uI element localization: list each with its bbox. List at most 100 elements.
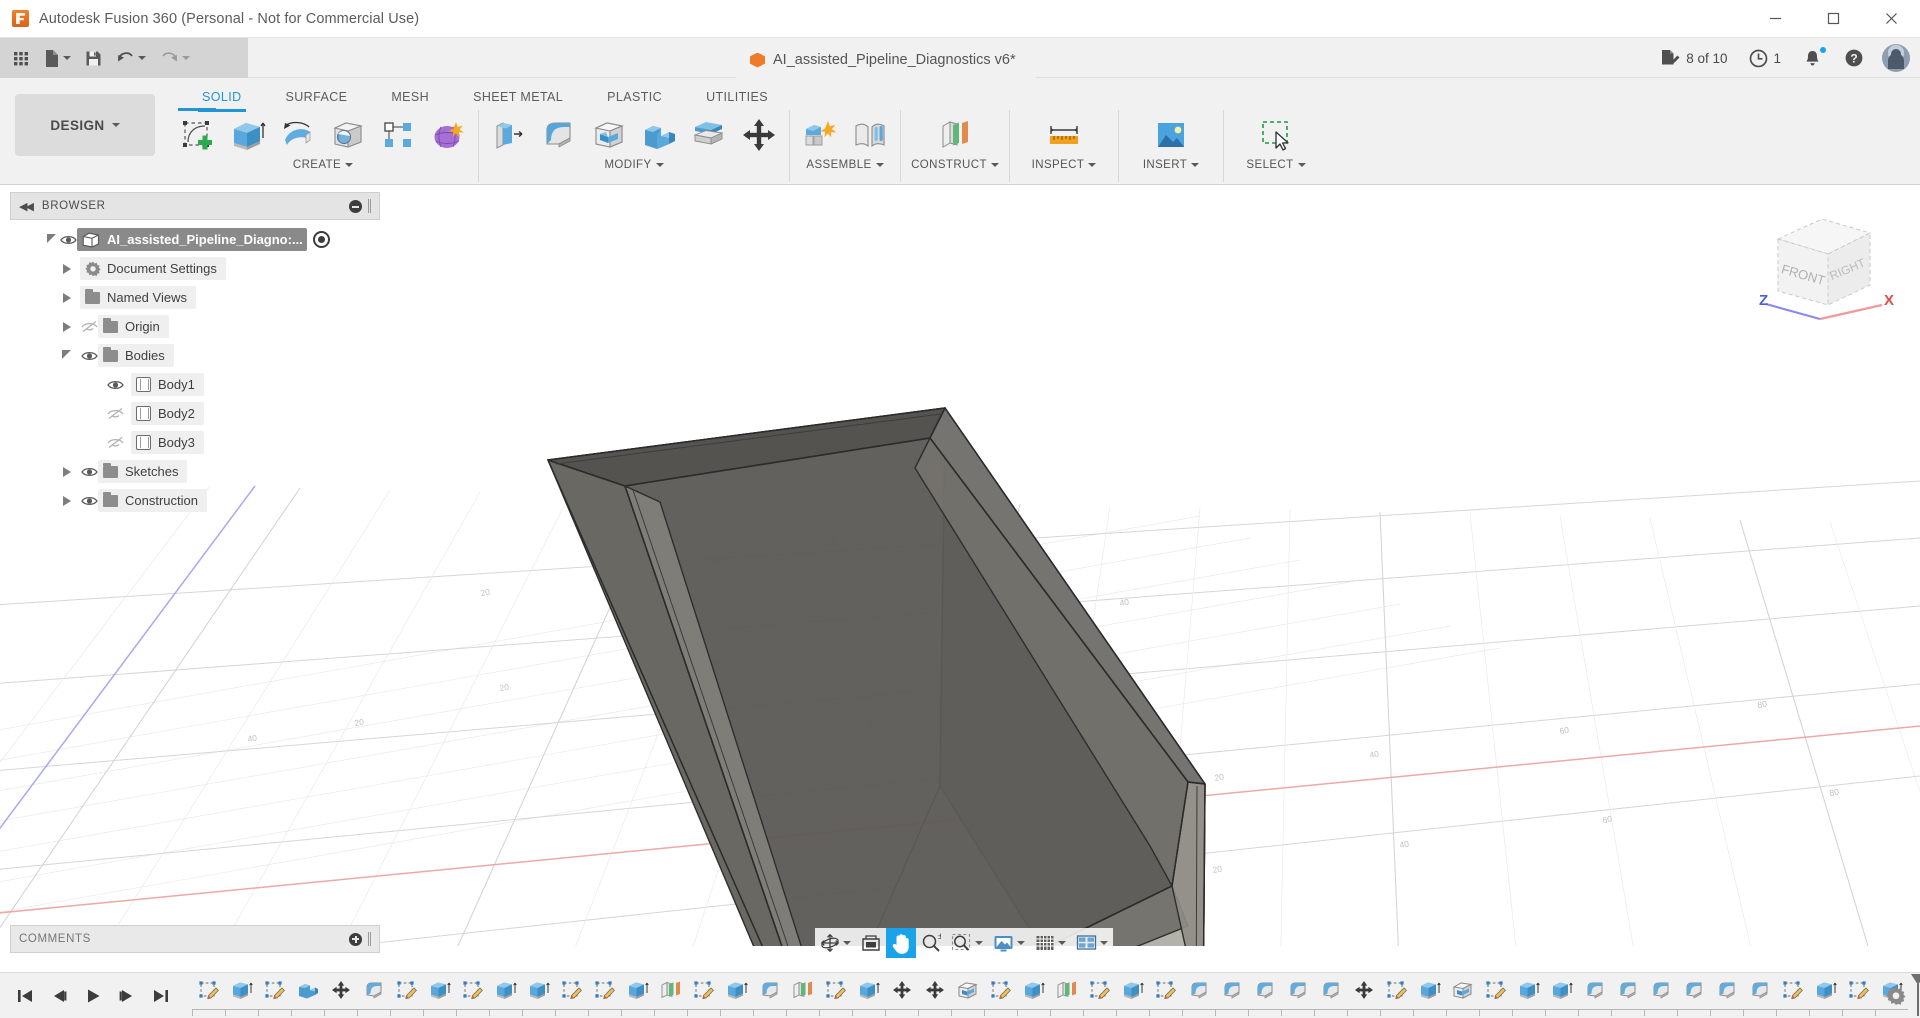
timeline-feature-fillet[interactable] <box>357 974 390 1006</box>
nav-display-settings[interactable] <box>988 928 1030 958</box>
visibility-eye-icon[interactable] <box>80 350 98 362</box>
tool-joint[interactable] <box>845 112 895 158</box>
notifications-button[interactable] <box>1795 42 1830 74</box>
save-button[interactable] <box>80 43 107 73</box>
timeline-feature-sketch[interactable] <box>588 974 621 1006</box>
jobs-status-button[interactable]: 8 of 10 <box>1653 42 1735 74</box>
tool-combine[interactable] <box>634 112 684 158</box>
timeline-feature-sketch[interactable] <box>555 974 588 1006</box>
timeline-go-to-beginning[interactable] <box>8 979 42 1013</box>
nav-look-at[interactable] <box>856 928 886 958</box>
avatar[interactable] <box>1882 44 1910 72</box>
recent-activity-button[interactable]: 1 <box>1741 42 1789 74</box>
timeline-feature-sketch[interactable] <box>390 974 423 1006</box>
maximize-button[interactable] <box>1804 0 1862 38</box>
expander-right-icon[interactable] <box>58 293 74 303</box>
collapse-left-icon[interactable]: ◀◀ <box>19 200 32 213</box>
tree-item-body1[interactable]: Body1 <box>10 370 380 399</box>
tree-item-bodies[interactable]: Bodies <box>10 341 380 370</box>
timeline-feature-sketch[interactable] <box>1083 974 1116 1006</box>
timeline-feature-fillet[interactable] <box>1248 974 1281 1006</box>
timeline-feature-fillet[interactable] <box>753 974 786 1006</box>
timeline-feature-move[interactable] <box>324 974 357 1006</box>
help-button[interactable]: ? <box>1836 42 1872 74</box>
timeline-feature-sketch[interactable] <box>258 974 291 1006</box>
timeline-feature-sketch[interactable] <box>819 974 852 1006</box>
tab-surface[interactable]: SURFACE <box>264 85 370 112</box>
timeline-feature-move[interactable] <box>918 974 951 1006</box>
timeline-feature-fillet[interactable] <box>1677 974 1710 1006</box>
timeline-feature-fillet[interactable] <box>1644 974 1677 1006</box>
visibility-eye-icon[interactable] <box>59 234 77 246</box>
expander-right-icon[interactable] <box>58 467 74 477</box>
document-tab[interactable]: AI_assisted_Pipeline_Diagnostics v6* <box>736 42 1036 78</box>
expander-down-icon[interactable] <box>58 351 74 360</box>
timeline-feature-extrude[interactable] <box>489 974 522 1006</box>
nav-grid-snaps[interactable] <box>1030 928 1071 958</box>
timeline-feature-sketch[interactable] <box>192 974 225 1006</box>
expander-right-icon[interactable] <box>58 496 74 506</box>
timeline-feature-sketch[interactable] <box>1149 974 1182 1006</box>
tree-item-origin[interactable]: Origin <box>10 312 380 341</box>
timeline-feature-fillet[interactable] <box>1611 974 1644 1006</box>
nav-orbit[interactable] <box>815 928 856 958</box>
minus-circle-icon[interactable] <box>349 200 362 213</box>
timeline-feature-fillet[interactable] <box>1743 974 1776 1006</box>
timeline-feature-extrude[interactable] <box>1512 974 1545 1006</box>
tool-fillet[interactable] <box>534 112 584 158</box>
timeline-feature-extrude[interactable] <box>720 974 753 1006</box>
panel-assemble-label[interactable]: ASSEMBLE <box>806 159 883 171</box>
tab-utilities[interactable]: UTILITIES <box>684 85 790 112</box>
timeline-feature-extrude[interactable] <box>225 974 258 1006</box>
activate-component-icon[interactable] <box>313 231 330 248</box>
timeline-feature-extrude[interactable] <box>423 974 456 1006</box>
timeline-step-forward[interactable] <box>110 979 144 1013</box>
timeline-feature-sketch[interactable] <box>1380 974 1413 1006</box>
timeline-feature-sketch[interactable] <box>456 974 489 1006</box>
timeline-feature-extrude[interactable] <box>621 974 654 1006</box>
tool-rectangular-pattern[interactable] <box>373 112 423 158</box>
timeline-step-back[interactable] <box>42 979 76 1013</box>
tool-hole[interactable] <box>323 112 373 158</box>
timeline-feature-sketch[interactable] <box>687 974 720 1006</box>
visibility-hidden-icon[interactable] <box>106 436 124 449</box>
timeline-feature-extrude[interactable] <box>1809 974 1842 1006</box>
timeline-playhead[interactable] <box>1910 974 1920 1016</box>
timeline-settings-button[interactable] <box>1886 986 1906 1006</box>
tab-sheet-metal[interactable]: SHEET METAL <box>451 85 585 112</box>
timeline-feature-sketch[interactable] <box>1479 974 1512 1006</box>
timeline-feature-construct-plane[interactable] <box>786 974 819 1006</box>
tab-mesh[interactable]: MESH <box>369 85 451 112</box>
tab-plastic[interactable]: PLASTIC <box>585 85 684 112</box>
tool-offset-plane[interactable] <box>930 112 980 158</box>
app-grid-button[interactable] <box>8 43 35 73</box>
timeline-feature-fillet[interactable] <box>1281 974 1314 1006</box>
timeline-feature-fillet[interactable] <box>1314 974 1347 1006</box>
panel-resize-grip[interactable] <box>368 199 371 213</box>
comments-panel[interactable]: COMMENTS <box>10 925 380 953</box>
tool-insert-image[interactable] <box>1146 112 1196 158</box>
tool-extrude[interactable] <box>223 112 273 158</box>
new-document-button[interactable] <box>39 43 76 73</box>
timeline-feature-combine[interactable] <box>291 974 324 1006</box>
panel-inspect-label[interactable]: INSPECT <box>1032 159 1097 171</box>
timeline-feature-sketch[interactable] <box>1776 974 1809 1006</box>
tool-measure[interactable] <box>1039 112 1089 158</box>
view-cube[interactable]: FRONT RIGHT Z X <box>1748 201 1898 331</box>
timeline-feature-extrude[interactable] <box>1413 974 1446 1006</box>
tool-revolve[interactable] <box>273 112 323 158</box>
nav-viewport-layout[interactable] <box>1071 928 1113 958</box>
undo-button[interactable] <box>111 43 151 73</box>
tool-form[interactable] <box>423 112 473 158</box>
timeline-feature-extrude[interactable] <box>522 974 555 1006</box>
tree-item-root[interactable]: AI_assisted_Pipeline_Diagno:... <box>10 225 380 254</box>
tool-move-copy[interactable] <box>734 112 784 158</box>
panel-resize-grip[interactable] <box>368 932 371 946</box>
visibility-hidden-icon[interactable] <box>80 320 98 333</box>
tool-new-component[interactable] <box>795 112 845 158</box>
timeline-feature-shell[interactable] <box>1446 974 1479 1006</box>
timeline-feature-extrude[interactable] <box>1545 974 1578 1006</box>
panel-insert-label[interactable]: INSERT <box>1143 159 1199 171</box>
timeline-feature-extrude[interactable] <box>1116 974 1149 1006</box>
timeline-go-to-end[interactable] <box>144 979 178 1013</box>
